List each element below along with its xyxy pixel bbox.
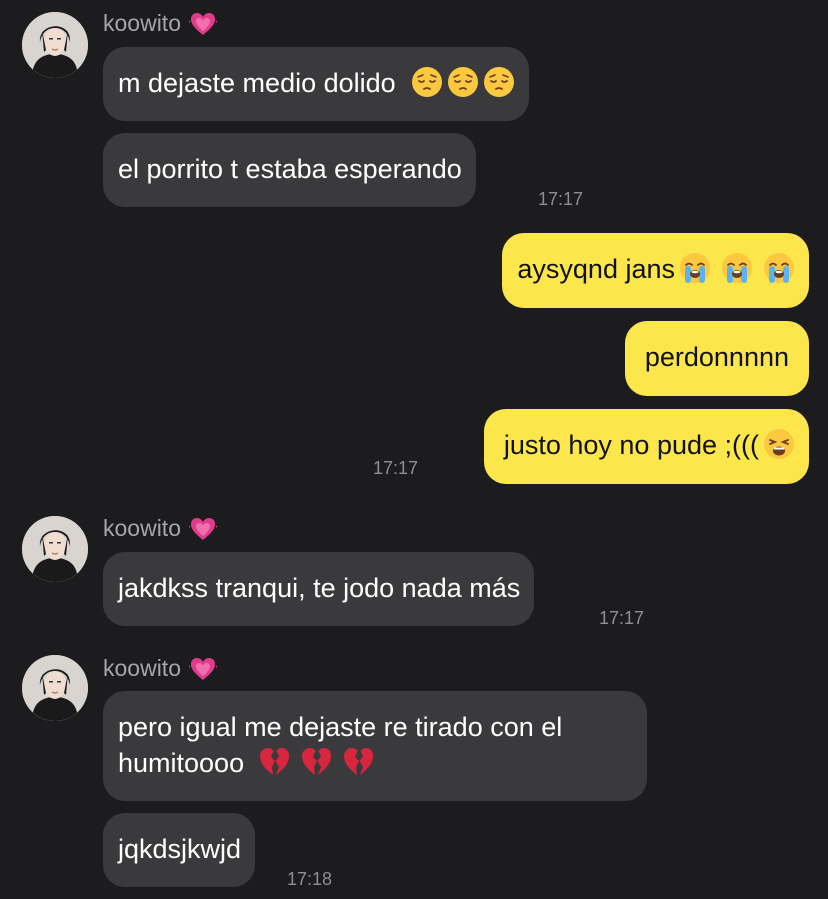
message-bubble-incoming[interactable]: jakdkss tranqui, te jodo nada más xyxy=(103,552,535,626)
message-bubble-incoming[interactable]: pero igual me dejaste re tirado con el h… xyxy=(103,691,647,801)
message-text: jqkdsjkwjd xyxy=(118,834,242,864)
message-bubble-outgoing[interactable]: perdonnnnn xyxy=(624,321,809,396)
avatar[interactable] xyxy=(22,516,88,582)
loudly-crying-face-emoji xyxy=(679,252,711,284)
avatar[interactable] xyxy=(22,12,88,78)
avatar-image xyxy=(22,12,88,78)
message-bubble-outgoing[interactable]: justo hoy no pude ;((( xyxy=(483,409,809,484)
sender-label: koowito xyxy=(103,10,181,36)
pensive-face-emoji xyxy=(447,66,479,98)
avatar-image xyxy=(22,516,88,582)
sender-label: koowito xyxy=(103,655,181,681)
message-text: perdonnnnn xyxy=(644,342,789,372)
message-bubble-outgoing[interactable]: aysyqnd jans xyxy=(502,233,809,308)
broken-heart-emoji xyxy=(258,746,290,778)
broken-heart-emoji xyxy=(300,746,332,778)
message-bubble-incoming[interactable]: el porrito t estaba esperando xyxy=(103,133,476,207)
message-bubble-incoming[interactable]: m dejaste medio dolido xyxy=(103,47,530,121)
pink-heart-icon xyxy=(189,11,217,37)
message-text: el porrito t estaba esperando xyxy=(118,154,462,184)
message-text-line: pero igual me dejaste re tirado con el xyxy=(118,712,563,742)
pensive-face-emoji xyxy=(483,66,515,98)
pensive-face-emoji xyxy=(411,66,443,98)
sender-name: koowito xyxy=(103,515,217,542)
message-text: jakdkss tranqui, te jodo nada más xyxy=(118,573,521,603)
message-timestamp: 17:17 xyxy=(373,458,419,478)
loudly-crying-face-emoji xyxy=(721,252,753,284)
message-timestamp: 17:17 xyxy=(599,608,645,628)
message-text: aysyqnd jans xyxy=(517,254,675,284)
avatar-image xyxy=(22,655,88,721)
message-text: justo hoy no pude ;((( xyxy=(503,430,759,460)
pink-heart-icon xyxy=(189,516,217,542)
message-text-line: humitoooo xyxy=(118,748,245,778)
sender-name: koowito xyxy=(103,10,217,37)
sender-label: koowito xyxy=(103,515,181,541)
message-timestamp: 17:18 xyxy=(287,869,333,889)
sender-name: koowito xyxy=(103,655,217,682)
message-bubble-incoming[interactable]: jqkdsjkwjd xyxy=(103,813,256,887)
avatar[interactable] xyxy=(22,655,88,721)
message-text: m dejaste medio dolido xyxy=(118,68,396,98)
weary-face-emoji xyxy=(763,428,795,460)
pink-heart-icon xyxy=(189,656,217,682)
loudly-crying-face-emoji xyxy=(763,252,795,284)
broken-heart-emoji xyxy=(342,746,374,778)
message-timestamp: 17:17 xyxy=(538,189,584,209)
